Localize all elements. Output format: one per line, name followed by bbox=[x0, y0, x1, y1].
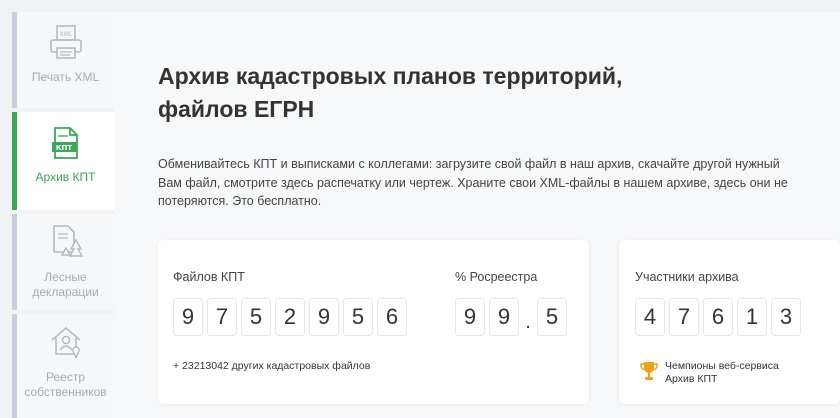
rosreestr-percent-counter: 9 9 . 5 bbox=[455, 298, 571, 336]
rosreestr-percent-label: % Росреестра bbox=[455, 270, 538, 284]
main-content: Архив кадастровых планов территорий, фай… bbox=[114, 12, 840, 418]
files-kpt-counter: 9 7 5 2 9 5 6 bbox=[173, 298, 411, 336]
champions-line-2: Архив КПТ bbox=[665, 373, 718, 385]
participants-counter: 4 7 6 1 3 bbox=[635, 298, 805, 336]
counter-digit: 5 bbox=[241, 298, 271, 336]
counter-digit: 7 bbox=[669, 298, 699, 336]
page-description: Обменивайтесь КПТ и выписками с коллегам… bbox=[158, 157, 788, 208]
sidebar-item-forest-declarations[interactable]: Лесные декларации bbox=[12, 214, 114, 310]
counter-digit: 1 bbox=[737, 298, 767, 336]
counter-digit: 2 bbox=[275, 298, 305, 336]
sidebar-item-label: Архив КПТ bbox=[35, 170, 96, 184]
sidebar-item-print-xml[interactable]: XML Печать XML bbox=[12, 12, 114, 108]
forest-declaration-icon bbox=[52, 225, 83, 257]
counter-digit: 3 bbox=[771, 298, 801, 336]
owners-registry-icon bbox=[50, 326, 81, 359]
participants-card: Участники архива 4 7 6 1 3 Чемпионы веб-… bbox=[619, 240, 840, 404]
participants-label: Участники архива bbox=[635, 270, 739, 284]
champions-line-1: Чемпионы веб-сервиса bbox=[665, 360, 779, 372]
files-stats-card: Файлов КПТ 9 7 5 2 9 5 6 % Росреестра 9 … bbox=[158, 240, 589, 404]
sidebar-item-label: Лесные декларации bbox=[32, 270, 99, 299]
page-title-line-1: Архив кадастровых планов территорий, bbox=[158, 63, 623, 89]
counter-digit: 5 bbox=[537, 298, 567, 336]
files-kpt-label: Файлов КПТ bbox=[173, 270, 245, 284]
counter-digit: 4 bbox=[635, 298, 665, 336]
counter-digit: 9 bbox=[173, 298, 203, 336]
page-title-line-2: файлов ЕГРН bbox=[158, 96, 315, 122]
page-title: Архив кадастровых планов территорий, фай… bbox=[158, 60, 718, 126]
archive-kpt-icon: КПТ bbox=[51, 127, 78, 159]
counter-digit: 7 bbox=[207, 298, 237, 336]
svg-text:XML: XML bbox=[59, 31, 72, 38]
counter-digit: 6 bbox=[703, 298, 733, 336]
sidebar: XML Печать XML КПТ Архив КПТ Лесные декл… bbox=[0, 0, 114, 418]
trophy-icon bbox=[640, 362, 658, 380]
sidebar-item-archive-kpt[interactable]: КПТ Архив КПТ bbox=[12, 112, 114, 210]
print-xml-icon: XML bbox=[49, 25, 82, 59]
sidebar-item-owners-registry[interactable]: Реестр собственников bbox=[12, 314, 114, 418]
counter-digit: 6 bbox=[377, 298, 407, 336]
counter-digit: 9 bbox=[309, 298, 339, 336]
sidebar-item-label: Печать XML bbox=[31, 70, 100, 84]
svg-text:КПТ: КПТ bbox=[55, 144, 72, 152]
sidebar-item-label: Реестр собственников bbox=[24, 370, 107, 399]
counter-digit: 5 bbox=[343, 298, 373, 336]
champions-link[interactable]: Чемпионы веб-сервиса Архив КПТ bbox=[639, 360, 779, 386]
other-files-note: + 23213042 других кадастровых файлов bbox=[173, 360, 371, 372]
counter-digit: 9 bbox=[489, 298, 519, 336]
counter-digit: 9 bbox=[455, 298, 485, 336]
champions-text: Чемпионы веб-сервиса Архив КПТ bbox=[665, 360, 779, 386]
decimal-point: . bbox=[525, 311, 531, 333]
